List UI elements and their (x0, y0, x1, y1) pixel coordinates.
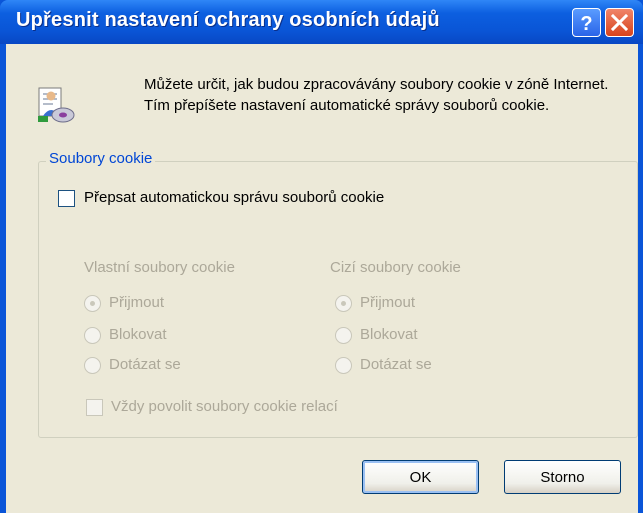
first-party-prompt-label: Dotázat se (109, 356, 181, 373)
ok-button[interactable]: OK (362, 460, 479, 494)
third-party-block-radio[interactable] (335, 327, 352, 344)
override-cookies-label[interactable]: Přepsat automatickou správu souborů cook… (84, 189, 384, 206)
title-bar[interactable]: Upřesnit nastavení ochrany osobních údaj… (0, 0, 643, 44)
first-party-block-radio[interactable] (84, 327, 101, 344)
session-cookies-checkbox[interactable] (86, 399, 103, 416)
first-party-accept-label: Přijmout (109, 294, 165, 311)
close-button[interactable] (605, 8, 634, 37)
third-party-accept-radio[interactable] (335, 295, 352, 312)
intro-text: Můžete určit, jak budou zpracovávány sou… (144, 76, 609, 114)
third-party-prompt-radio[interactable] (335, 357, 352, 374)
help-button[interactable]: ? (572, 8, 601, 37)
dialog-window: Upřesnit nastavení ochrany osobních údaj… (0, 0, 643, 513)
close-icon (610, 13, 629, 32)
first-party-accept-radio[interactable] (84, 295, 101, 312)
help-icon: ? (580, 13, 592, 35)
cookies-group-legend: Soubory cookie (46, 150, 156, 167)
privacy-settings-icon (38, 87, 75, 123)
dialog-client-area: Můžete určit, jak budou zpracovávány sou… (6, 44, 638, 513)
session-cookies-label: Vždy povolit soubory cookie relací (111, 398, 338, 415)
cancel-button[interactable]: Storno (504, 460, 621, 494)
first-party-prompt-radio[interactable] (84, 357, 101, 374)
third-party-accept-label: Přijmout (360, 294, 416, 311)
window-title: Upřesnit nastavení ochrany osobních údaj… (16, 9, 440, 31)
svg-text:?: ? (580, 13, 592, 35)
first-party-block-label: Blokovat (109, 326, 167, 343)
first-party-cookies-header: Vlastní soubory cookie (84, 259, 235, 276)
third-party-prompt-label: Dotázat se (360, 356, 432, 373)
third-party-block-label: Blokovat (360, 326, 418, 343)
override-cookies-checkbox[interactable] (58, 190, 75, 207)
third-party-cookies-header: Cizí soubory cookie (330, 259, 461, 276)
